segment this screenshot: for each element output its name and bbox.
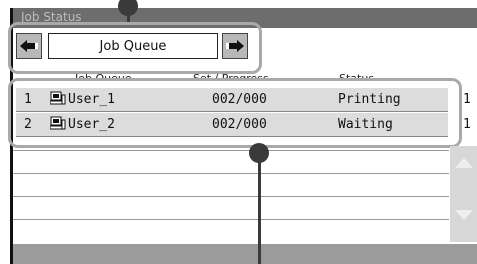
list-divider — [13, 150, 449, 151]
side-count: 1 — [463, 92, 471, 107]
scroll-up-icon — [455, 158, 473, 168]
job-list-highlight — [8, 78, 462, 148]
list-divider — [13, 219, 449, 220]
scroll-down-icon — [455, 210, 473, 220]
list-divider — [13, 196, 449, 197]
footer-bar — [13, 244, 477, 264]
callout-marker — [249, 143, 269, 163]
scrollbar — [450, 146, 477, 242]
side-count: 1 — [463, 117, 471, 132]
list-divider — [13, 173, 449, 174]
scroll-up-button[interactable] — [454, 154, 474, 172]
queue-selector-highlight — [8, 22, 262, 74]
callout-leader — [258, 160, 261, 264]
scroll-down-button[interactable] — [454, 206, 474, 224]
